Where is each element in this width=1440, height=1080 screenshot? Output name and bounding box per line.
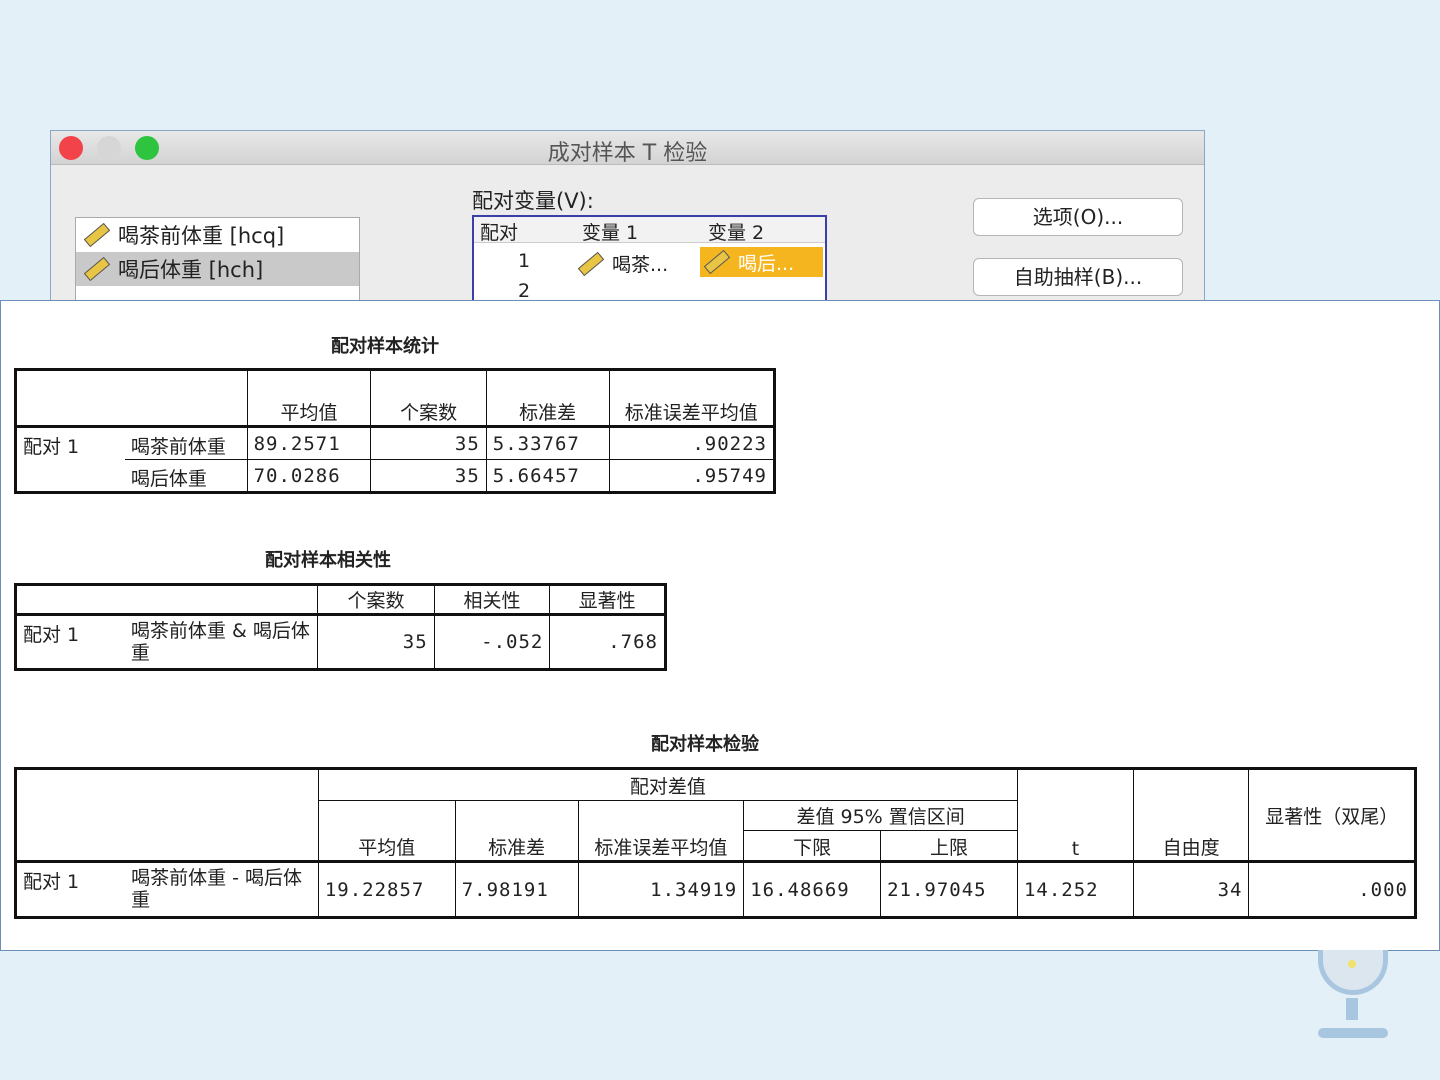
corner-cell (14, 584, 319, 615)
scale-ruler-icon (577, 251, 605, 276)
scale-ruler-icon (83, 256, 111, 282)
grid-header-pair: 配对 (480, 222, 519, 244)
header-sig: 显著性 (549, 584, 666, 615)
header-ci: 差值 95% 置信区间 (743, 800, 1018, 831)
cell-text: 喝茶... (612, 254, 669, 276)
grid-row-number: 1 (518, 250, 531, 272)
cell-t: 14.252 (1016, 860, 1134, 918)
header-mean: 平均值 (246, 369, 372, 427)
variable-item[interactable]: 喝茶前体重 [hcq] (76, 218, 359, 252)
row-var: 喝茶前体重 - 喝后体重 (125, 860, 319, 918)
pair-label: 配对 1 (15, 425, 125, 493)
test-title: 配对样本检验 (651, 734, 759, 755)
cell-sig: .000 (1248, 860, 1416, 918)
cell-se: .95749 (608, 459, 776, 493)
header-t: t (1016, 768, 1134, 862)
header-df: 自由度 (1132, 768, 1250, 862)
scale-ruler-icon (703, 249, 731, 275)
cell-se: 1.34919 (577, 860, 745, 918)
cell-mean: 89.2571 (246, 425, 372, 460)
cell-df: 34 (1132, 860, 1250, 918)
grid-cell-var2[interactable]: 喝后... (700, 247, 823, 277)
cell-mean: 19.22857 (317, 860, 456, 918)
robot-mascot-icon (1308, 950, 1398, 1050)
header-n: 个案数 (317, 584, 435, 615)
cell-sig: .768 (549, 613, 666, 670)
pair-label: 配对 1 (15, 613, 125, 670)
grid-header (474, 217, 825, 243)
header-sd: 标准差 (454, 800, 579, 862)
grid-header-var2: 变量 2 (708, 222, 765, 244)
header-n: 个案数 (370, 369, 487, 427)
paired-stats-table: 平均值 个案数 标准差 标准误差平均值 配对 1 喝茶前体重 89.2571 3… (14, 368, 776, 494)
bootstrap-button[interactable]: 自助抽样(B)... (973, 258, 1183, 296)
dialog-title: 成对样本 T 检验 (547, 141, 708, 166)
header-se: 标准误差平均值 (608, 369, 776, 427)
variable-item[interactable]: 喝后体重 [hch] (76, 252, 359, 286)
cell-n: 35 (370, 459, 487, 493)
output-panel: 配对样本统计 平均值 个案数 标准差 标准误差平均值 配对 1 喝茶前体重 89… (0, 300, 1440, 951)
cell-n: 35 (317, 613, 435, 670)
cell-sd: 5.66457 (485, 459, 610, 493)
paired-variables-label: 配对变量(V): (472, 189, 594, 213)
header-r: 相关性 (433, 584, 551, 615)
header-mean: 平均值 (317, 800, 456, 862)
pair-label: 配对 1 (15, 860, 126, 918)
variable-list[interactable]: 喝茶前体重 [hcq] 喝后体重 [hch] (75, 217, 360, 300)
variable-label: 喝茶前体重 [hcq] (118, 224, 285, 248)
header-paired-diff: 配对差值 (317, 768, 1018, 801)
corner-cell (15, 768, 319, 862)
options-button[interactable]: 选项(O)... (973, 198, 1183, 236)
cell-lower: 16.48669 (743, 860, 882, 918)
grid-cell-var1[interactable]: 喝茶... (577, 250, 669, 277)
cell-sd: 5.33767 (485, 425, 610, 460)
cell-sd: 7.98191 (454, 860, 579, 918)
title-bar: 成对样本 T 检验 (51, 131, 1204, 166)
header-se: 标准误差平均值 (577, 800, 745, 862)
paired-test-table: 配对差值 t 自由度 显著性（双尾） 平均值 标准差 标准误差平均值 差值 95… (14, 767, 1417, 919)
header-sd: 标准差 (485, 369, 610, 427)
cell-upper: 21.97045 (880, 860, 1018, 918)
grid-row-number: 2 (518, 280, 531, 301)
cell-text: 喝后... (738, 252, 795, 275)
cell-r: -.052 (433, 613, 551, 670)
header-upper: 上限 (880, 830, 1018, 862)
variable-label: 喝后体重 [hch] (118, 258, 264, 282)
paired-variables-grid[interactable]: 配对 变量 1 变量 2 1 喝茶... 喝后... 2 (472, 215, 827, 301)
header-lower: 下限 (743, 830, 882, 862)
paired-corr-table: 个案数 相关性 显著性 配对 1 喝茶前体重 & 喝后体重 35 -.052 .… (14, 583, 667, 671)
cell-se: .90223 (608, 425, 776, 460)
header-sig: 显著性（双尾） (1248, 768, 1416, 862)
row-var: 喝茶前体重 & 喝后体重 (124, 613, 318, 670)
row-var: 喝后体重 (124, 459, 248, 493)
corner-cell (15, 369, 248, 427)
stats-title: 配对样本统计 (331, 336, 439, 357)
grid-header-var1: 变量 1 (582, 222, 639, 244)
paired-t-test-dialog: 成对样本 T 检验 喝茶前体重 [hcq] 喝后体重 [hch] 配对变量(V)… (50, 130, 1205, 301)
row-var: 喝茶前体重 (124, 425, 248, 460)
corr-title: 配对样本相关性 (265, 550, 391, 571)
cell-n: 35 (370, 425, 487, 460)
scale-ruler-icon (83, 222, 111, 248)
cell-mean: 70.0286 (246, 459, 372, 493)
